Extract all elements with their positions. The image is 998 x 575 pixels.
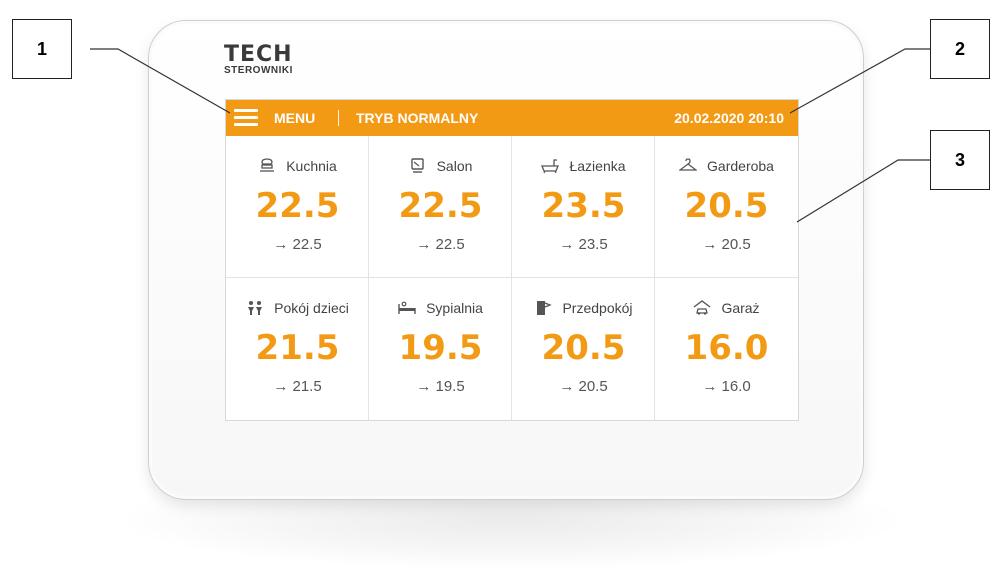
zone-temperature: 19.5	[398, 328, 483, 368]
zone-setpoint: → 22.5	[273, 236, 322, 253]
brand-subtitle: STEROWNIKI	[224, 65, 293, 76]
zone-name: Łazienka	[569, 158, 626, 174]
kitchen-icon	[260, 158, 275, 172]
zone-name: Przedpokój	[562, 300, 633, 316]
brand-logo: TECH STEROWNIKI	[224, 44, 293, 76]
zone-name: Kuchnia	[286, 158, 337, 174]
zone-name: Pokój dzieci	[274, 300, 349, 316]
menu-button[interactable]: MENU	[274, 110, 315, 126]
zone-temperature: 22.5	[398, 186, 483, 226]
zone-name: Sypialnia	[426, 300, 483, 316]
door-icon	[537, 301, 553, 315]
zone-grid: Kuchnia 22.5 → 22.5 Salon 22.5 → 22.5 Ła…	[226, 136, 798, 420]
zone-tile-salon[interactable]: Salon 22.5 → 22.5	[369, 136, 512, 278]
zone-setpoint: → 20.5	[702, 236, 751, 253]
zone-temperature: 21.5	[255, 328, 340, 368]
zone-setpoint: → 21.5	[273, 378, 322, 395]
zone-temperature: 22.5	[255, 186, 340, 226]
top-bar: MENU TRYB NORMALNY 20.02.2020 20:10	[226, 100, 798, 136]
hanger-icon	[679, 158, 698, 171]
zone-tile-garderoba[interactable]: Garderoba 20.5 → 20.5	[655, 136, 798, 278]
touch-screen: MENU TRYB NORMALNY 20.02.2020 20:10 Kuch…	[225, 99, 799, 421]
topbar-divider	[338, 110, 339, 126]
bed-icon	[398, 301, 416, 314]
children-icon	[248, 301, 263, 315]
zone-tile-kuchnia[interactable]: Kuchnia 22.5 → 22.5	[226, 136, 369, 278]
date-time: 20.02.2020 20:10	[674, 110, 784, 126]
zone-temperature: 16.0	[684, 328, 769, 368]
bathtub-icon	[541, 159, 560, 174]
zone-setpoint: → 16.0	[702, 378, 751, 395]
zone-tile-lazienka[interactable]: Łazienka 23.5 → 23.5	[512, 136, 655, 278]
zone-name: Garaż	[721, 300, 760, 316]
callout-3: 3	[930, 130, 990, 190]
zone-tile-pokoj-dzieci[interactable]: Pokój dzieci 21.5 → 21.5	[226, 278, 369, 420]
zone-setpoint: → 19.5	[416, 378, 465, 395]
mode-label: TRYB NORMALNY	[356, 110, 479, 126]
zone-tile-garaz[interactable]: Garaż 16.0 → 16.0	[655, 278, 798, 420]
zone-setpoint: → 22.5	[416, 236, 465, 253]
callout-2: 2	[930, 19, 990, 79]
zone-setpoint: → 23.5	[559, 236, 608, 253]
hamburger-menu-icon[interactable]	[234, 109, 258, 127]
garage-icon	[694, 300, 711, 315]
zone-tile-sypialnia[interactable]: Sypialnia 19.5 → 19.5	[369, 278, 512, 420]
zone-setpoint: → 20.5	[559, 378, 608, 395]
brand-name: TECH	[224, 42, 293, 67]
tv-icon	[410, 158, 424, 173]
callout-1: 1	[12, 19, 72, 79]
zone-name: Garderoba	[707, 158, 774, 174]
zone-tile-przedpokoj[interactable]: Przedpokój 20.5 → 20.5	[512, 278, 655, 420]
zone-name: Salon	[436, 158, 473, 174]
zone-temperature: 20.5	[541, 328, 626, 368]
zone-temperature: 23.5	[541, 186, 626, 226]
zone-temperature: 20.5	[684, 186, 769, 226]
